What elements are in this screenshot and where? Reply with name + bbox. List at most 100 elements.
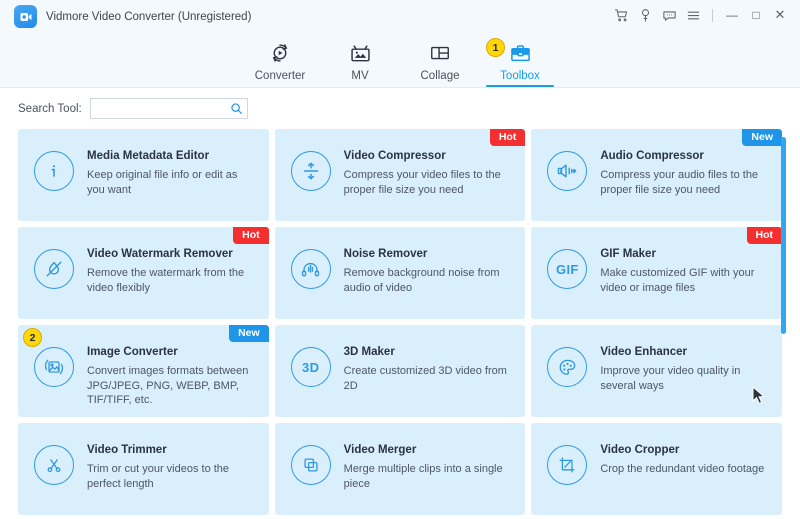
tool-desc: Convert images formats between JPG/JPEG,… bbox=[87, 364, 249, 407]
tool-flag-hot: Hot bbox=[746, 227, 782, 244]
main-nav-tabs: Converter MV Collage 1 Toolbox bbox=[0, 38, 800, 87]
tool-title: Video Enhancer bbox=[600, 346, 688, 358]
image-convert-icon bbox=[34, 347, 74, 387]
menu-icon[interactable] bbox=[681, 4, 705, 26]
search-row: Search Tool: bbox=[0, 88, 800, 129]
tool-card-text: Media Metadata Editor Keep original file… bbox=[87, 149, 255, 221]
speaker-icon bbox=[547, 151, 588, 191]
tool-card-video-trimmer[interactable]: Video Trimmer Trim or cut your videos to… bbox=[18, 423, 269, 515]
tool-card-3d-maker[interactable]: 3D 3D Maker Create customized 3D video f… bbox=[274, 325, 526, 417]
app-title: Vidmore Video Converter (Unregistered) bbox=[46, 10, 252, 23]
scrollbar-thumb[interactable] bbox=[781, 137, 786, 334]
crop-icon bbox=[547, 445, 588, 485]
tool-card-noise-remover[interactable]: Noise Remover Remove background noise fr… bbox=[274, 227, 526, 319]
tool-grid-wrapper: Media Metadata Editor Keep original file… bbox=[0, 129, 800, 519]
close-button[interactable]: ✕ bbox=[768, 4, 792, 26]
tool-flag-new: New bbox=[229, 325, 269, 342]
tool-card-video-merger[interactable]: Video Merger Merge multiple clips into a… bbox=[274, 423, 526, 515]
tool-desc: Keep original file info or edit as you w… bbox=[87, 168, 238, 196]
tool-card-video-enhancer[interactable]: Video Enhancer Improve your video qualit… bbox=[531, 325, 782, 417]
tool-title: 3D Maker bbox=[343, 346, 395, 358]
tool-desc: Crop the redundant video footage bbox=[600, 462, 765, 475]
collage-icon bbox=[429, 40, 451, 66]
tool-card-text: GIF Maker Make customized GIF with your … bbox=[600, 247, 768, 319]
tab-collage[interactable]: Collage bbox=[400, 40, 480, 87]
tool-grid: Media Metadata Editor Keep original file… bbox=[18, 129, 782, 515]
tool-flag-new: New bbox=[742, 129, 782, 146]
tool-card-video-compressor[interactable]: Hot Video Compressor Compress your video… bbox=[274, 129, 526, 221]
search-box[interactable] bbox=[89, 98, 248, 119]
step-badge-1: 1 bbox=[486, 38, 505, 57]
tab-toolbox[interactable]: 1 Toolbox bbox=[480, 38, 560, 87]
merge-squares-icon bbox=[290, 445, 331, 485]
tool-card-text: Noise Remover Remove background noise fr… bbox=[344, 247, 512, 319]
tab-collage-label: Collage bbox=[420, 70, 460, 82]
mv-icon bbox=[349, 40, 372, 66]
tool-title: Noise Remover bbox=[343, 248, 428, 260]
tab-mv[interactable]: MV bbox=[320, 40, 400, 87]
step-badge-2: 2 bbox=[23, 328, 42, 347]
search-label: Search Tool: bbox=[18, 102, 82, 115]
converter-icon bbox=[269, 40, 291, 66]
tool-title: Video Cropper bbox=[600, 444, 680, 456]
tool-flag-hot: Hot bbox=[489, 129, 526, 146]
watermark-droplet-icon bbox=[34, 249, 74, 289]
tool-card-video-cropper[interactable]: Video Cropper Crop the redundant video f… bbox=[531, 423, 782, 515]
tool-card-text: 3D Maker Create customized 3D video from… bbox=[344, 345, 512, 417]
tab-converter[interactable]: Converter bbox=[240, 40, 320, 87]
toolbox-icon bbox=[509, 40, 532, 66]
tool-title: Video Trimmer bbox=[87, 444, 167, 456]
tool-desc: Make customized GIF with your video or i… bbox=[600, 266, 755, 294]
tool-card-video-watermark-remover[interactable]: Hot Video Watermark Remover Remove the w… bbox=[18, 227, 269, 319]
tool-desc: Remove background noise from audio of vi… bbox=[343, 266, 500, 294]
tool-card-text: Video Enhancer Improve your video qualit… bbox=[600, 345, 768, 417]
title-bar: Vidmore Video Converter (Unregistered) —… bbox=[0, 0, 800, 88]
minimize-button[interactable]: — bbox=[720, 4, 744, 26]
tool-desc: Remove the watermark from the video flex… bbox=[87, 266, 245, 294]
scissors-icon bbox=[34, 445, 74, 485]
controls-divider bbox=[712, 8, 713, 22]
tab-converter-label: Converter bbox=[254, 70, 306, 82]
tool-card-text: Video Merger Merge multiple clips into a… bbox=[344, 443, 512, 515]
tool-title: Video Compressor bbox=[343, 150, 446, 162]
tool-title: GIF Maker bbox=[600, 248, 656, 260]
feedback-icon[interactable] bbox=[657, 4, 681, 26]
tool-desc: Trim or cut your videos to the perfect l… bbox=[87, 462, 230, 490]
tool-card-media-metadata-editor[interactable]: Media Metadata Editor Keep original file… bbox=[18, 129, 269, 221]
tool-card-text: Audio Compressor Compress your audio fil… bbox=[600, 149, 768, 221]
app-logo-icon bbox=[14, 5, 37, 28]
search-input[interactable] bbox=[96, 102, 230, 115]
tool-card-text: Video Watermark Remover Remove the water… bbox=[87, 247, 255, 319]
palette-icon bbox=[547, 347, 588, 387]
tool-card-audio-compressor[interactable]: New Audio Compressor Compress your audio… bbox=[531, 129, 782, 221]
tool-title: Media Metadata Editor bbox=[87, 150, 210, 162]
headphones-icon bbox=[290, 249, 331, 289]
tool-card-image-converter[interactable]: 2 New Image Converter Convert images for… bbox=[18, 325, 269, 417]
tab-toolbox-label: Toolbox bbox=[500, 70, 540, 82]
tool-desc: Improve your video quality in several wa… bbox=[600, 364, 741, 392]
gif-text-icon: GIF bbox=[547, 249, 588, 289]
tool-title: Audio Compressor bbox=[600, 150, 704, 162]
info-circle-icon bbox=[34, 151, 74, 191]
search-icon[interactable] bbox=[230, 102, 243, 115]
tool-card-text: Video Trimmer Trim or cut your videos to… bbox=[87, 443, 255, 515]
tool-desc: Compress your audio files to the proper … bbox=[600, 168, 759, 196]
tool-card-text: Video Compressor Compress your video fil… bbox=[344, 149, 512, 221]
vertical-scrollbar[interactable] bbox=[781, 129, 786, 519]
tool-flag-hot: Hot bbox=[233, 227, 269, 244]
maximize-button[interactable]: □ bbox=[744, 4, 768, 26]
gif-label: GIF bbox=[556, 261, 579, 277]
tool-title: Video Watermark Remover bbox=[87, 248, 233, 260]
key-icon[interactable] bbox=[633, 4, 657, 26]
app-brand: Vidmore Video Converter (Unregistered) bbox=[14, 5, 251, 28]
window-controls: — □ ✕ bbox=[609, 4, 792, 26]
tab-mv-label: MV bbox=[351, 70, 369, 82]
cart-icon[interactable] bbox=[609, 4, 633, 26]
tool-desc: Compress your video files to the proper … bbox=[343, 168, 501, 196]
tool-desc: Create customized 3D video from 2D bbox=[343, 364, 507, 392]
three-d-label: 3D bbox=[302, 359, 320, 375]
compress-arrows-icon bbox=[290, 151, 331, 191]
tool-card-gif-maker[interactable]: Hot GIF GIF Maker Make customized GIF wi… bbox=[531, 227, 782, 319]
tool-desc: Merge multiple clips into a single piece bbox=[343, 462, 503, 490]
tool-card-text: Video Cropper Crop the redundant video f… bbox=[600, 443, 764, 515]
